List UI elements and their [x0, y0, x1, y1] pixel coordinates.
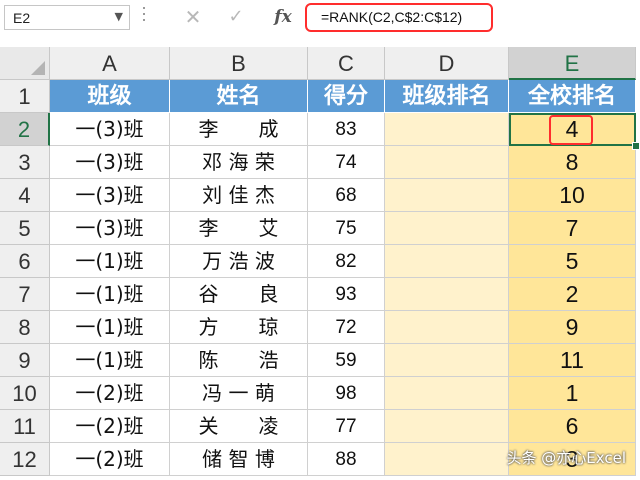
cell-b3[interactable]: 邓 海 荣 [170, 146, 308, 179]
cell-d9[interactable] [385, 344, 509, 377]
chevron-down-icon[interactable]: ▼ [115, 10, 123, 23]
row-header-11[interactable]: 11 [0, 410, 50, 443]
header-cell-e[interactable]: 全校排名 [509, 80, 636, 113]
cell-a9[interactable]: 一(1)班 [50, 344, 170, 377]
cell-b10[interactable]: 冯 一 萌 [170, 377, 308, 410]
cell-a8[interactable]: 一(1)班 [50, 311, 170, 344]
cell-e10[interactable]: 1 [509, 377, 636, 410]
cell-e8[interactable]: 9 [509, 311, 636, 344]
row-header-5[interactable]: 5 [0, 212, 50, 245]
cell-b2[interactable]: 李 成 [170, 113, 308, 146]
cell-b6[interactable]: 万 浩 波 [170, 245, 308, 278]
cell-b9[interactable]: 陈 浩 [170, 344, 308, 377]
cell-d10[interactable] [385, 377, 509, 410]
row-header-7[interactable]: 7 [0, 278, 50, 311]
cell-a10[interactable]: 一(2)班 [50, 377, 170, 410]
cell-a12[interactable]: 一(2)班 [50, 443, 170, 476]
cell-d11[interactable] [385, 410, 509, 443]
check-icon[interactable]: ✓ [224, 6, 248, 28]
cell-c7[interactable]: 93 [308, 278, 385, 311]
cell-c12[interactable]: 88 [308, 443, 385, 476]
cell-d2[interactable] [385, 113, 509, 146]
formula-text: =RANK(C2,C$2:C$12) [321, 9, 463, 25]
ribbon-gap [0, 36, 640, 47]
cell-e2[interactable]: 4 [509, 113, 636, 146]
select-all-button[interactable] [0, 47, 50, 80]
cell-d7[interactable] [385, 278, 509, 311]
cell-e6[interactable]: 5 [509, 245, 636, 278]
column-header-d[interactable]: D [385, 47, 509, 80]
column-header-e[interactable]: E [509, 47, 636, 80]
cell-c6[interactable]: 82 [308, 245, 385, 278]
cell-e9[interactable]: 11 [509, 344, 636, 377]
cell-a5[interactable]: 一(3)班 [50, 212, 170, 245]
cell-c2[interactable]: 83 [308, 113, 385, 146]
cell-e11[interactable]: 6 [509, 410, 636, 443]
watermark: 头条 @亦心Excel [506, 449, 626, 467]
formula-input[interactable]: =RANK(C2,C$2:C$12) [305, 3, 493, 32]
cell-e5[interactable]: 7 [509, 212, 636, 245]
cancel-icon[interactable]: ✕ [181, 6, 205, 28]
cell-b4[interactable]: 刘 佳 杰 [170, 179, 308, 212]
row-header-4[interactable]: 4 [0, 179, 50, 212]
cell-c5[interactable]: 75 [308, 212, 385, 245]
cell-d4[interactable] [385, 179, 509, 212]
cell-a3[interactable]: 一(3)班 [50, 146, 170, 179]
cell-c10[interactable]: 98 [308, 377, 385, 410]
column-header-b[interactable]: B [170, 47, 308, 80]
cell-c3[interactable]: 74 [308, 146, 385, 179]
cell-e7[interactable]: 2 [509, 278, 636, 311]
row-header-2[interactable]: 2 [0, 113, 50, 146]
cell-b12[interactable]: 储 智 博 [170, 443, 308, 476]
cell-a2[interactable]: 一(3)班 [50, 113, 170, 146]
select-all-triangle-icon [31, 61, 45, 75]
cell-c9[interactable]: 59 [308, 344, 385, 377]
cell-a6[interactable]: 一(1)班 [50, 245, 170, 278]
worksheet-grid: A B C D E 1 班级 姓名 得分 班级排名 全校排名 2 一(3)班李 成 83 4 3 一(3)班邓 … [0, 47, 640, 480]
cell-c4[interactable]: 68 [308, 179, 385, 212]
cell-e4[interactable]: 10 [509, 179, 636, 212]
header-cell-c[interactable]: 得分 [308, 80, 385, 113]
cell-c11[interactable]: 77 [308, 410, 385, 443]
row-header-3[interactable]: 3 [0, 146, 50, 179]
cell-d3[interactable] [385, 146, 509, 179]
cell-b11[interactable]: 关 凌 [170, 410, 308, 443]
fill-handle[interactable] [632, 142, 640, 150]
row-header-1[interactable]: 1 [0, 80, 50, 113]
cell-b8[interactable]: 方 琼 [170, 311, 308, 344]
header-cell-d[interactable]: 班级排名 [385, 80, 509, 113]
cell-a11[interactable]: 一(2)班 [50, 410, 170, 443]
row-header-10[interactable]: 10 [0, 377, 50, 410]
cell-d8[interactable] [385, 311, 509, 344]
formula-bar-resize-handle[interactable] [143, 7, 147, 27]
cell-b5[interactable]: 李 艾 [170, 212, 308, 245]
cell-c8[interactable]: 72 [308, 311, 385, 344]
name-box-value: E2 [13, 10, 31, 26]
header-cell-a[interactable]: 班级 [50, 80, 170, 113]
row-header-6[interactable]: 6 [0, 245, 50, 278]
name-box[interactable]: E2 ▼ [4, 5, 130, 30]
cell-d12[interactable] [385, 443, 509, 476]
formula-bar: E2 ▼ ✕ ✓ fx =RANK(C2,C$2:C$12) [0, 0, 640, 37]
cell-b7[interactable]: 谷 良 [170, 278, 308, 311]
cell-d5[interactable] [385, 212, 509, 245]
cell-e3[interactable]: 8 [509, 146, 636, 179]
insert-function-icon[interactable]: fx [271, 6, 295, 28]
row-header-9[interactable]: 9 [0, 344, 50, 377]
header-cell-b[interactable]: 姓名 [170, 80, 308, 113]
column-header-a[interactable]: A [50, 47, 170, 80]
cell-a7[interactable]: 一(1)班 [50, 278, 170, 311]
column-header-c[interactable]: C [308, 47, 385, 80]
cell-d6[interactable] [385, 245, 509, 278]
row-header-8[interactable]: 8 [0, 311, 50, 344]
cell-a4[interactable]: 一(3)班 [50, 179, 170, 212]
row-header-12[interactable]: 12 [0, 443, 50, 476]
